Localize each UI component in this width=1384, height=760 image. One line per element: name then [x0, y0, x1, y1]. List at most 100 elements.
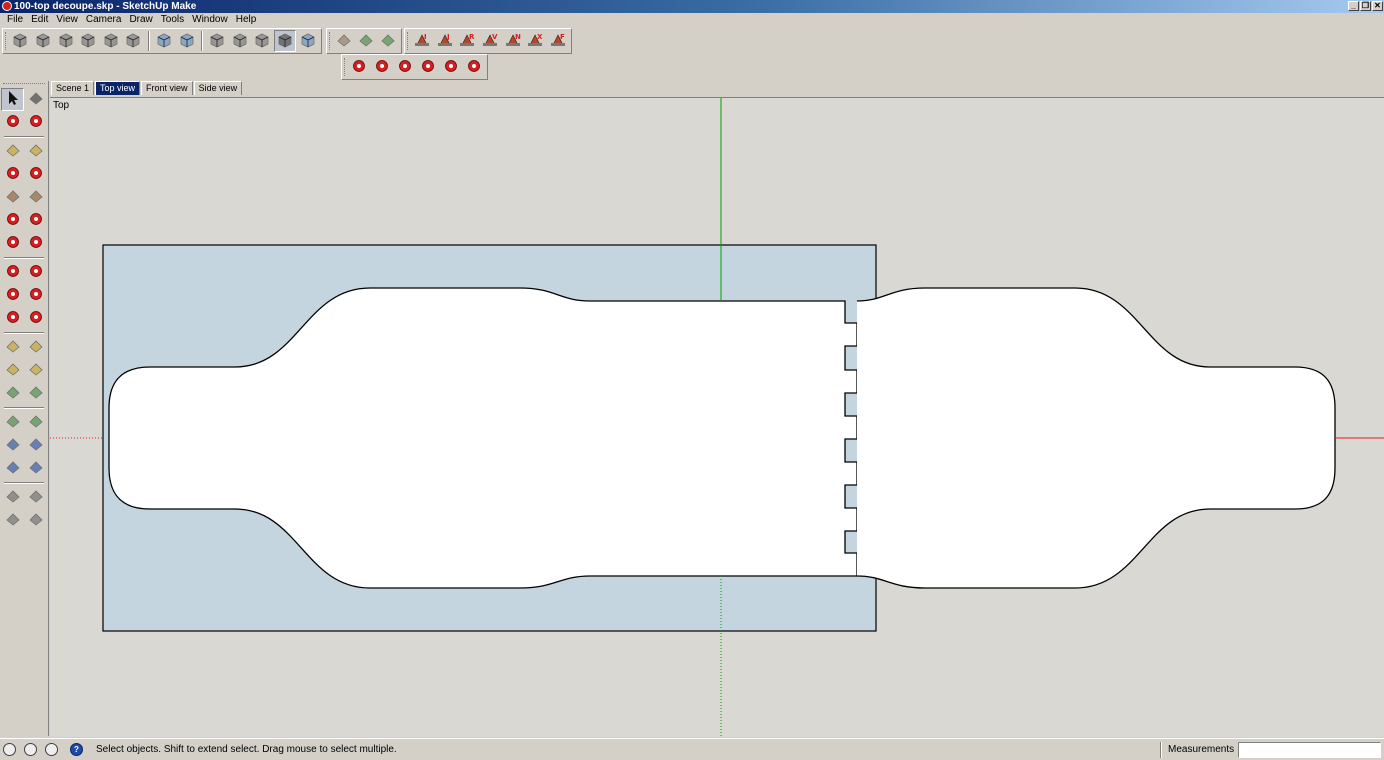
menu-window[interactable]: Window — [188, 13, 232, 27]
pan-tool[interactable] — [24, 411, 47, 434]
credits-icon[interactable] — [24, 743, 37, 756]
make-component-tool[interactable] — [24, 88, 47, 111]
rectangle-tool[interactable] — [1, 163, 24, 186]
tab-scene-1[interactable]: Scene 1 — [51, 81, 95, 95]
eraser-tool[interactable] — [24, 111, 47, 134]
geolocation-icon[interactable] — [3, 743, 16, 756]
tool-row — [1, 186, 47, 209]
tool-row — [1, 434, 47, 457]
menu-tools[interactable]: Tools — [157, 13, 188, 27]
offset-tool-tool[interactable] — [24, 307, 47, 330]
warehouse-button[interactable] — [77, 30, 99, 52]
house-outline-button[interactable] — [100, 30, 122, 52]
help-icon[interactable]: ? — [70, 743, 83, 756]
tab-top-view[interactable]: Top view — [95, 81, 141, 95]
iso-view-button[interactable]: I — [412, 30, 434, 52]
followme-tool-tool[interactable] — [24, 284, 47, 307]
pushpull-tool-tool[interactable] — [24, 261, 47, 284]
zoom-extents-tool[interactable] — [1, 457, 24, 480]
select-tool[interactable] — [1, 88, 24, 111]
tool-row — [1, 284, 47, 307]
rotate-tool-tool[interactable] — [1, 284, 24, 307]
back-view-icon: N — [504, 31, 522, 52]
toolbar-area: IJRVNXF — [0, 27, 1384, 81]
move-button[interactable] — [349, 56, 371, 78]
rotate-button[interactable] — [394, 56, 416, 78]
monochrome-style-button[interactable] — [297, 30, 319, 52]
arc-tool[interactable] — [1, 209, 24, 232]
back-view-button[interactable]: N — [502, 30, 524, 52]
move-tool-tool[interactable] — [1, 261, 24, 284]
hiddenline-style-button[interactable] — [229, 30, 251, 52]
left-view-button[interactable]: X — [524, 30, 546, 52]
svg-text:I: I — [424, 33, 427, 41]
tab-side-view[interactable]: Side view — [193, 81, 243, 95]
footprints-tool[interactable] — [1, 509, 24, 532]
pushpull-button[interactable] — [371, 56, 393, 78]
restore-button[interactable]: ❐ — [1360, 1, 1371, 11]
protractor-tool[interactable] — [1, 359, 24, 382]
minimize-button[interactable]: _ — [1348, 1, 1359, 11]
menu-view[interactable]: View — [52, 13, 82, 27]
right-view-button[interactable]: V — [479, 30, 501, 52]
previous-view-icon — [27, 458, 45, 479]
pencil-line-tool[interactable] — [1, 140, 24, 163]
component-box-icon — [11, 31, 29, 52]
model-canvas[interactable] — [50, 98, 1384, 737]
tape-measure-tool[interactable] — [1, 336, 24, 359]
palette-grip[interactable] — [3, 83, 45, 85]
dimensions-tool[interactable] — [24, 336, 47, 359]
book-button[interactable] — [32, 30, 54, 52]
polygon-tool[interactable] — [24, 186, 47, 209]
drawing-viewport[interactable]: Top — [50, 97, 1384, 737]
menu-camera[interactable]: Camera — [82, 13, 126, 27]
scale-tool-tool[interactable] — [1, 307, 24, 330]
axes-tool[interactable] — [1, 382, 24, 405]
tab-front-view[interactable]: Front view — [141, 81, 193, 95]
two-point-arc-tool[interactable] — [24, 209, 47, 232]
xray-style-button[interactable] — [153, 30, 175, 52]
circle-tool[interactable] — [1, 186, 24, 209]
eraser-icon — [27, 112, 45, 133]
freehand-tool[interactable] — [24, 140, 47, 163]
user-icon[interactable] — [45, 743, 58, 756]
walk-tool[interactable] — [1, 486, 24, 509]
three-point-arc-tool[interactable] — [1, 232, 24, 255]
backedges-style-button[interactable] — [176, 30, 198, 52]
tool-row — [1, 140, 47, 163]
palette-separator — [4, 332, 44, 334]
front-view-button[interactable]: R — [457, 30, 479, 52]
component-box-button[interactable] — [10, 30, 32, 52]
menu-edit[interactable]: Edit — [27, 13, 52, 27]
previous-view-tool[interactable] — [24, 457, 47, 480]
sandbox-smoove-button[interactable] — [378, 30, 399, 52]
top-view-button[interactable]: J — [434, 30, 456, 52]
rotated-rectangle-tool[interactable] — [24, 163, 47, 186]
menu-file[interactable]: File — [3, 13, 27, 27]
pie-tool[interactable] — [24, 232, 47, 255]
shaded-textures-style-button[interactable] — [274, 30, 296, 52]
sandbox-contours-button[interactable] — [334, 30, 355, 52]
sketchup-app-icon[interactable] — [2, 1, 12, 11]
shed-button[interactable] — [123, 30, 145, 52]
bottom-view-button[interactable]: F — [547, 30, 569, 52]
orbit-tool[interactable] — [1, 411, 24, 434]
offset-button[interactable] — [463, 56, 485, 78]
look-around-tool[interactable] — [24, 486, 47, 509]
close-button[interactable]: ✕ — [1372, 1, 1383, 11]
followme-button[interactable] — [417, 56, 439, 78]
paint-bucket-tool[interactable] — [1, 111, 24, 134]
home-button[interactable] — [55, 30, 77, 52]
zoom-window-tool[interactable] — [24, 434, 47, 457]
measurements-input[interactable] — [1238, 742, 1381, 758]
scale-button[interactable] — [440, 56, 462, 78]
position-camera-tool[interactable] — [24, 509, 47, 532]
shaded-style-button[interactable] — [252, 30, 274, 52]
wireframe-style-button[interactable] — [206, 30, 228, 52]
sandbox-scratch-button[interactable] — [356, 30, 377, 52]
zoom-tool[interactable] — [1, 434, 24, 457]
menu-draw[interactable]: Draw — [125, 13, 156, 27]
menu-help[interactable]: Help — [232, 13, 261, 27]
text-tool[interactable] — [24, 359, 47, 382]
3d-text-tool[interactable] — [24, 382, 47, 405]
